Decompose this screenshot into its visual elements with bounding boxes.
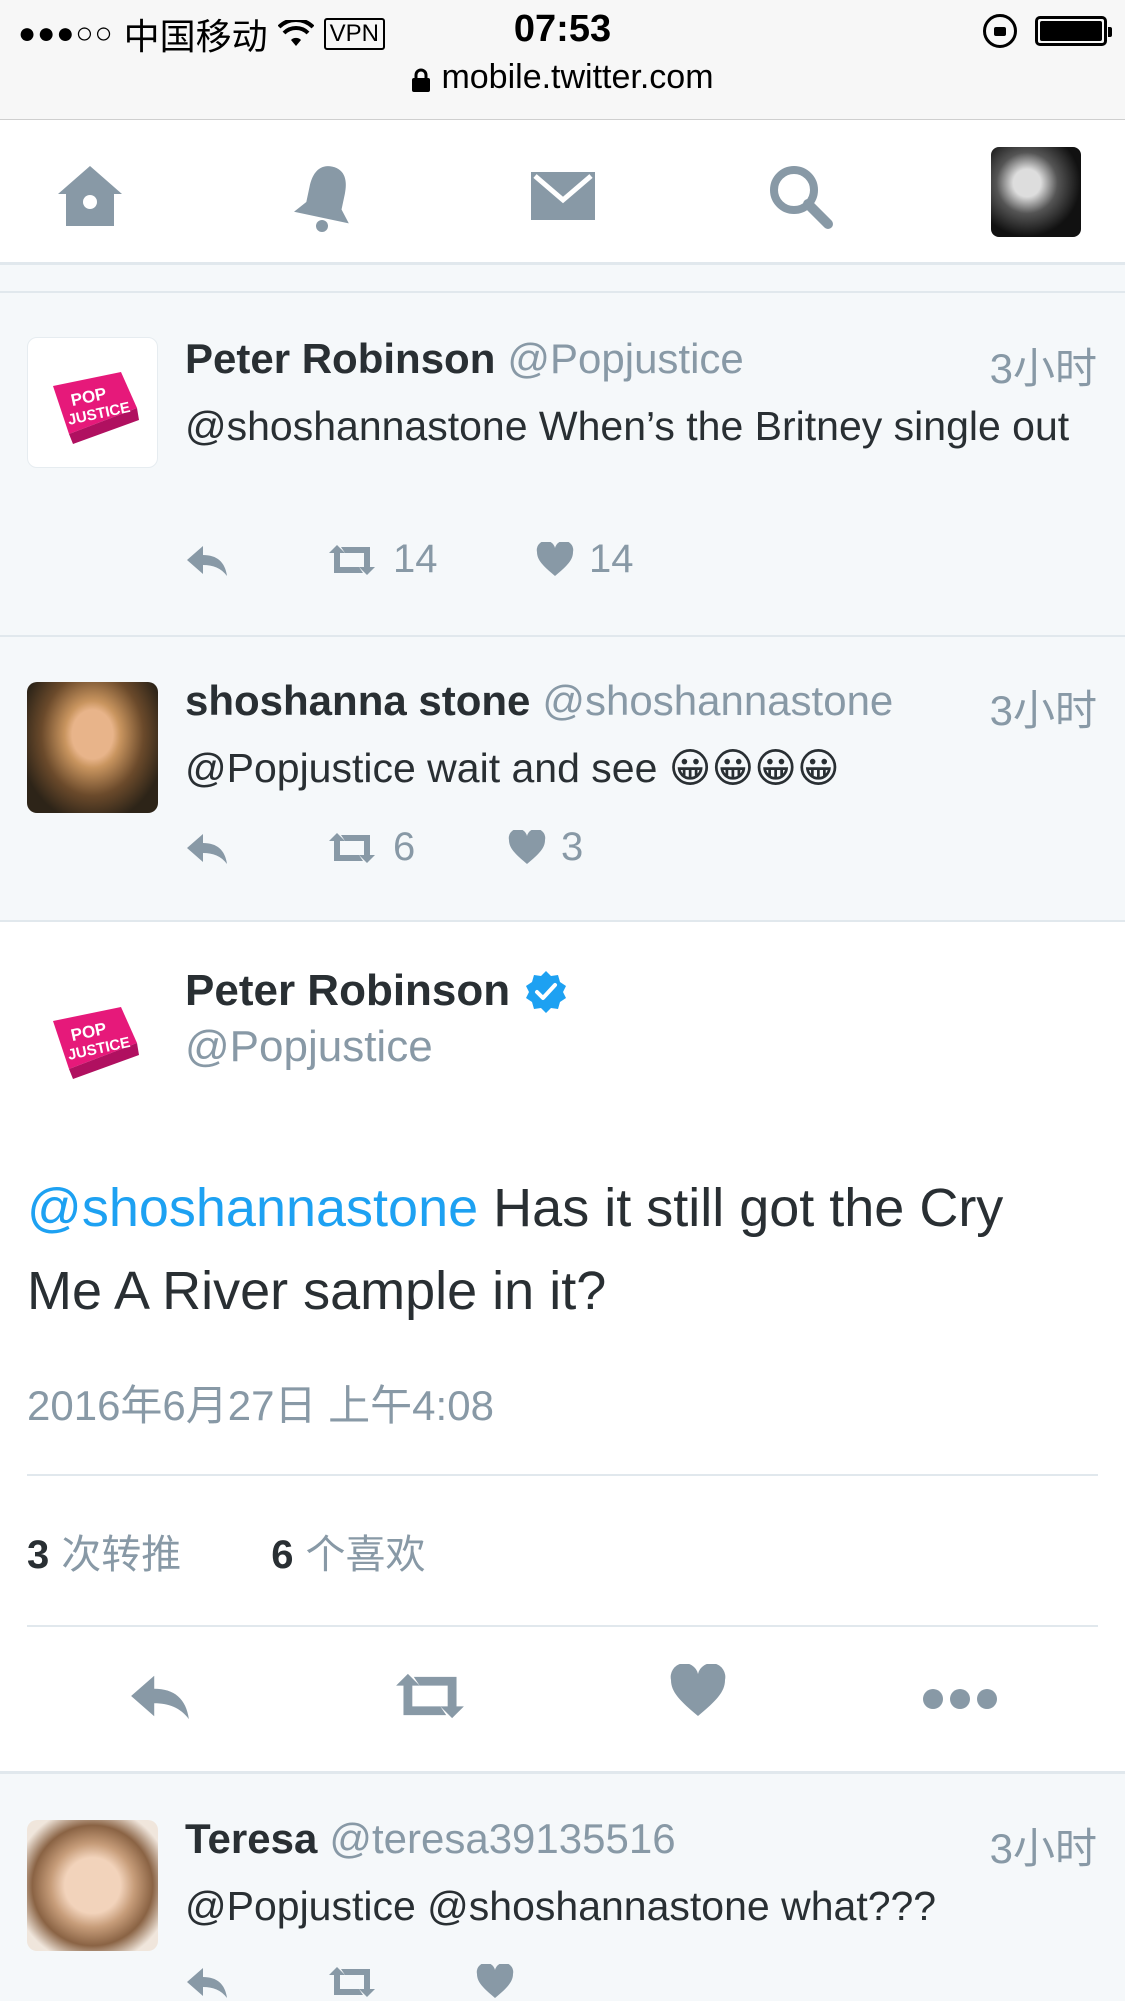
home-icon[interactable] bbox=[52, 158, 128, 234]
heart-icon bbox=[508, 829, 546, 864]
tweet-stats: 3 次转推 6 个喜欢 bbox=[27, 1522, 426, 1580]
like-stat[interactable]: 6 个喜欢 bbox=[271, 1522, 425, 1580]
like-button[interactable]: 14 bbox=[535, 537, 634, 582]
heart-icon bbox=[536, 541, 574, 576]
reply-button[interactable] bbox=[185, 542, 325, 578]
retweet-button[interactable]: 6 bbox=[325, 825, 507, 870]
retweet-count: 14 bbox=[393, 537, 438, 581]
top-nav bbox=[0, 120, 1125, 265]
like-count: 3 bbox=[561, 825, 584, 869]
timestamp[interactable]: 3小时 bbox=[990, 335, 1097, 396]
reply-icon[interactable] bbox=[128, 1670, 192, 1722]
retweet-icon bbox=[329, 544, 375, 575]
retweet-button[interactable] bbox=[325, 1963, 475, 2001]
focused-tweet: POP JUSTICE Peter Robinson @Popjustice @… bbox=[0, 922, 1125, 1774]
search-icon[interactable] bbox=[762, 158, 838, 234]
verified-badge-icon bbox=[526, 971, 567, 1013]
timestamp[interactable]: 3小时 bbox=[990, 677, 1097, 738]
reply-tweet-3[interactable]: Teresa @teresa39135516 3小时 @Popjustice @… bbox=[0, 1775, 1125, 2001]
reply-icon bbox=[187, 545, 227, 576]
tweet-text: @Popjustice @shoshannastone what??? bbox=[185, 1883, 937, 1929]
address-bar[interactable]: mobile.twitter.com bbox=[0, 58, 1125, 97]
like-count: 14 bbox=[589, 537, 634, 581]
divider bbox=[27, 1625, 1098, 1627]
tweet-text: @shoshannastone Has it still got the Cry… bbox=[27, 1178, 1004, 1321]
reply-icon bbox=[187, 833, 227, 864]
mail-icon[interactable] bbox=[525, 158, 601, 234]
display-name[interactable]: Peter Robinson bbox=[185, 335, 495, 396]
like-button[interactable]: 3 bbox=[507, 825, 583, 870]
clock: 07:53 bbox=[513, 8, 612, 50]
user-handle[interactable]: @teresa39135516 bbox=[329, 1815, 675, 1876]
avatar[interactable]: POP JUSTICE bbox=[27, 337, 158, 468]
battery-icon bbox=[1035, 16, 1112, 46]
bell-icon[interactable] bbox=[288, 158, 364, 234]
reply-icon bbox=[187, 1968, 227, 1998]
more-icon[interactable] bbox=[922, 1688, 998, 1710]
retweet-icon[interactable] bbox=[390, 1668, 470, 1724]
avatar[interactable]: POP JUSTICE bbox=[27, 972, 158, 1103]
url-text: mobile.twitter.com bbox=[441, 58, 714, 96]
heart-icon bbox=[476, 1964, 514, 1998]
status-bar: ●●●○○ 中国移动 VPN 07:53 mobile.twitter.com bbox=[0, 0, 1125, 120]
profile-avatar[interactable] bbox=[991, 147, 1081, 237]
reply-button[interactable] bbox=[185, 830, 325, 866]
lock-icon bbox=[412, 68, 431, 92]
user-handle[interactable]: @Popjustice bbox=[507, 335, 743, 396]
avatar[interactable] bbox=[27, 682, 158, 813]
timestamp[interactable]: 3小时 bbox=[990, 1815, 1097, 1876]
popjustice-logo: POP JUSTICE bbox=[52, 1006, 139, 1079]
tweet-date: 2016年6月27日 上午4:08 bbox=[27, 1382, 494, 1429]
tweet-text: @Popjustice wait and see 😀😀😀😀 bbox=[185, 745, 840, 791]
rotation-lock-icon bbox=[983, 14, 1017, 48]
like-button[interactable] bbox=[475, 1964, 515, 2000]
tweet-action-bar bbox=[0, 1662, 1125, 1742]
retweet-icon bbox=[329, 1967, 375, 1997]
reply-tweet-1[interactable]: POP JUSTICE Peter Robinson @Popjustice 3… bbox=[0, 295, 1125, 637]
reply-button[interactable] bbox=[185, 1964, 325, 2000]
retweet-count: 6 bbox=[393, 825, 416, 869]
user-handle[interactable]: @shoshannastone bbox=[542, 677, 893, 738]
divider bbox=[27, 1474, 1098, 1476]
avatar[interactable] bbox=[27, 1820, 158, 1951]
tweet-text: @shoshannastone When’s the Britney singl… bbox=[185, 403, 1070, 449]
retweet-button[interactable]: 14 bbox=[325, 537, 535, 582]
display-name[interactable]: Peter Robinson bbox=[185, 966, 510, 1016]
heart-icon[interactable] bbox=[668, 1664, 728, 1720]
retweet-stat[interactable]: 3 次转推 bbox=[27, 1522, 181, 1580]
user-handle[interactable]: @Popjustice bbox=[185, 1022, 433, 1072]
retweet-icon bbox=[329, 832, 375, 863]
display-name[interactable]: Teresa bbox=[185, 1815, 317, 1876]
mention-link[interactable]: @shoshannastone bbox=[27, 1178, 478, 1238]
display-name[interactable]: shoshanna stone bbox=[185, 677, 530, 738]
popjustice-logo: POP JUSTICE bbox=[52, 371, 139, 444]
reply-tweet-2[interactable]: shoshanna stone @shoshannastone 3小时 @Pop… bbox=[0, 637, 1125, 922]
